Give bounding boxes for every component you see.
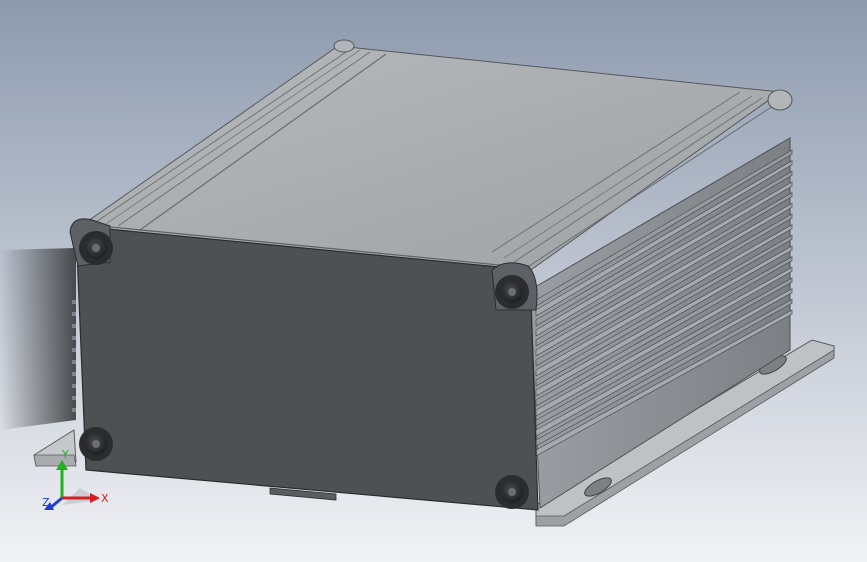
vent-slot [72, 408, 76, 412]
vent-slot [72, 372, 76, 376]
vent-slot [72, 348, 76, 352]
vent-slot [72, 360, 76, 364]
vent-slot [72, 324, 76, 328]
x-axis-label: X [101, 492, 109, 505]
screw-top-left [79, 231, 113, 265]
cad-viewport[interactable]: Y X Z [0, 0, 867, 562]
vent-slot [72, 336, 76, 340]
model-view[interactable]: Y X Z [0, 0, 867, 562]
screw-bottom-right [495, 475, 529, 509]
y-axis-label: Y [61, 448, 69, 461]
front-face [72, 225, 539, 511]
z-axis-label: Z [42, 496, 50, 509]
rail-cap-rear-right [767, 89, 793, 111]
left-shadow [0, 248, 76, 430]
screw-top-right [495, 275, 529, 309]
vent-slot [72, 396, 76, 400]
rail-cap-rear-left [333, 39, 355, 53]
vent-slot [72, 300, 76, 304]
screw-bottom-left [79, 427, 113, 461]
vent-slot [72, 384, 76, 388]
vent-slot [72, 312, 76, 316]
